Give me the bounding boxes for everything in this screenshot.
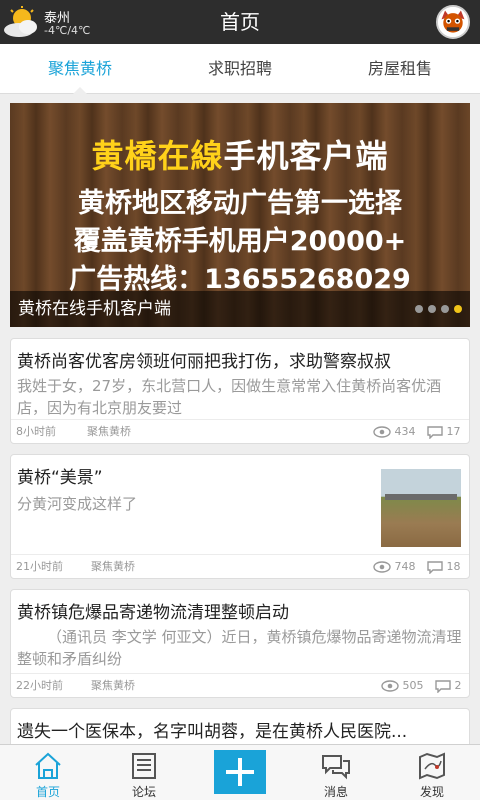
tab-housing[interactable]: 房屋租售 (320, 44, 480, 93)
article-summary: 我姓于女，27岁，东北营口人，因做生意常常入住黄桥尚客优酒店，因为有北京朋友要过 (17, 377, 442, 417)
article-title: 遗失一个医保本，名字叫胡蓉，是在黄桥人民医院... (17, 722, 408, 742)
eye-icon (373, 561, 391, 573)
carousel-dot[interactable] (415, 305, 423, 313)
comment-count: 17 (427, 420, 461, 444)
view-count-value: 505 (402, 679, 424, 692)
tab-jobs[interactable]: 求职招聘 (160, 44, 320, 93)
comment-count-value: 18 (446, 560, 461, 573)
nav-discover-label: 发现 (419, 785, 444, 799)
view-count: 434 (373, 420, 416, 444)
carousel-dot[interactable] (428, 305, 436, 313)
user-avatar-icon (438, 7, 468, 37)
top-bar: 泰州 -4℃/4℃ 首页 (0, 0, 480, 44)
carousel-indicator (415, 305, 462, 313)
plus-icon (226, 758, 254, 786)
view-count: 748 (373, 555, 416, 579)
nav-discover[interactable]: 发现 (384, 745, 480, 800)
banner-headline-white: 手机客户端 (223, 137, 389, 175)
comment-count-value: 17 (446, 425, 461, 438)
nav-home[interactable]: 首页 (0, 745, 96, 800)
banner-carousel[interactable]: 黄橋在線手机客户端 黄桥地区移动广告第一选择 覆盖黄桥手机用户20000+ 广告… (10, 103, 470, 327)
article-summary: （通讯员 李文学 何亚文）近日，黄桥镇危爆物品寄递物流清理整顿和矛盾纠纷 (17, 628, 462, 668)
article-time: 22小时前 (16, 679, 63, 692)
comment-count-value: 2 (454, 679, 462, 692)
article-meta: 22小时前 聚焦黄桥 505 2 (11, 673, 469, 697)
home-icon (35, 752, 61, 779)
tab-focus-huangqiao[interactable]: 聚焦黄桥 (0, 44, 160, 94)
carousel-dot[interactable] (441, 305, 449, 313)
article-source: 聚焦黄桥 (87, 425, 131, 438)
discover-map-icon (419, 752, 445, 780)
article-time: 21小时前 (16, 560, 63, 573)
nav-messages-label: 消息 (323, 785, 348, 799)
avatar[interactable] (436, 5, 470, 39)
category-tabs: 聚焦黄桥 求职招聘 房屋租售 (0, 44, 480, 94)
nav-forum[interactable]: 论坛 (96, 745, 192, 800)
article-title: 黄桥镇危爆品寄递物流清理整顿启动 (17, 603, 289, 623)
list-item[interactable]: 黄桥尚客优客房领班何丽把我打伤，求助警察叔叔 我姓于女，27岁，东北营口人，因做… (10, 338, 470, 444)
article-source: 聚焦黄桥 (91, 560, 135, 573)
banner-headline-yellow: 黄橋在線 (91, 137, 224, 175)
eye-icon (381, 680, 399, 692)
comment-count: 2 (435, 674, 462, 698)
comment-icon (435, 679, 451, 694)
view-count-value: 434 (394, 425, 416, 438)
comment-icon (427, 560, 443, 575)
eye-icon (373, 426, 391, 438)
list-item[interactable]: 黄桥镇危爆品寄递物流清理整顿启动 （通讯员 李文学 何亚文）近日，黄桥镇危爆物品… (10, 589, 470, 698)
article-source: 聚焦黄桥 (91, 679, 135, 692)
add-post-button[interactable] (214, 750, 266, 794)
article-summary: 分黄河变成这样了 (17, 495, 138, 513)
comment-count: 18 (427, 555, 461, 579)
article-meta: 21小时前 聚焦黄桥 748 18 (11, 554, 469, 578)
page-title: 首页 (220, 10, 260, 34)
banner-caption: 黄桥在线手机客户端 (18, 299, 171, 319)
banner-line-3: 覆盖黄桥手机用户20000+ (73, 226, 407, 257)
comment-icon (427, 425, 443, 440)
thumbnail-bridge-shape (385, 494, 457, 500)
carousel-dot-active[interactable] (454, 305, 462, 313)
view-count-value: 748 (394, 560, 416, 573)
message-icon (322, 755, 350, 780)
nav-messages[interactable]: 消息 (288, 745, 384, 800)
forum-icon (132, 753, 156, 779)
article-title: 黄桥尚客优客房领班何丽把我打伤，求助警察叔叔 (17, 352, 391, 372)
article-title: 黄桥“美景” (17, 468, 103, 488)
article-time: 8小时前 (16, 425, 56, 438)
article-thumbnail[interactable] (381, 469, 461, 547)
banner-caption-bar: 黄桥在线手机客户端 (10, 291, 470, 327)
banner-headline: 黄橋在線手机客户端 (10, 131, 470, 177)
nav-home-label: 首页 (35, 785, 60, 799)
view-count: 505 (381, 674, 424, 698)
article-meta: 8小时前 聚焦黄桥 434 17 (11, 419, 469, 443)
banner-line-2: 黄桥地区移动广告第一选择 (78, 188, 402, 219)
nav-forum-label: 论坛 (131, 785, 156, 799)
list-item[interactable]: 黄桥“美景” 分黄河变成这样了 21小时前 聚焦黄桥 748 18 (10, 454, 470, 579)
